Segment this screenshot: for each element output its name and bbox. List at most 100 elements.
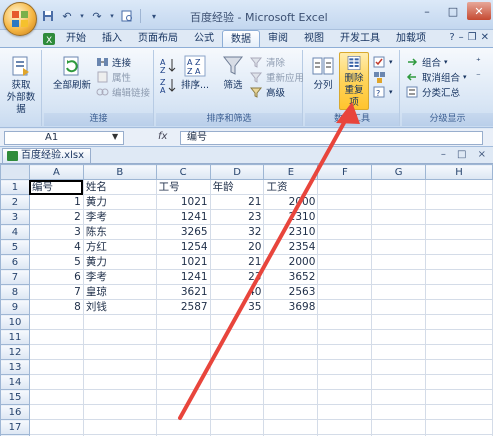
cell-a15[interactable] [28,389,84,405]
cell-a8[interactable]: 7 [28,284,84,300]
cell-f12[interactable] [317,344,373,360]
sort-ascending-button[interactable]: AZ [160,58,176,73]
cell-f10[interactable] [317,314,373,330]
data-validation-button[interactable]: ▾ [373,55,393,69]
cell-a9[interactable]: 8 [28,299,84,315]
cell-g13[interactable] [371,359,427,375]
cell-h10[interactable] [425,314,493,330]
workbook-tab[interactable]: 百度经验.xlsx [2,148,92,163]
subtotal-button[interactable]: 分类汇总 [406,85,460,99]
row-header[interactable]: 9 [0,299,30,315]
print-preview-icon[interactable] [119,8,135,24]
cell-d9[interactable]: 35 [209,299,265,315]
row-header[interactable]: 3 [0,209,30,225]
cell-e13[interactable] [263,359,319,375]
save-icon[interactable] [40,8,56,24]
ungroup-button[interactable]: 取消组合 ▾ [406,70,467,84]
column-header-g[interactable]: G [371,164,427,180]
cell-e3[interactable]: 2310 [263,209,319,225]
column-header-a[interactable]: A [28,164,84,180]
cell-b5[interactable]: 方红 [82,239,157,255]
cell-e7[interactable]: 3652 [263,269,319,285]
redo-icon[interactable]: ↷ [89,8,105,24]
cell-e9[interactable]: 3698 [263,299,319,315]
cell-a12[interactable] [28,344,84,360]
cell-d12[interactable] [209,344,265,360]
cell-c13[interactable] [155,359,211,375]
cell-c4[interactable]: 3265 [155,224,211,240]
column-header-b[interactable]: B [82,164,157,180]
cell-e4[interactable]: 2310 [263,224,319,240]
cell-a3[interactable]: 2 [28,209,84,225]
cell-c12[interactable] [155,344,211,360]
restore-icon[interactable]: ❐ [468,32,477,43]
cell-a16[interactable] [28,404,84,420]
cell-d16[interactable] [209,404,265,420]
cell-c11[interactable] [155,329,211,345]
cell-a17[interactable] [28,419,84,435]
cell-g3[interactable] [371,209,427,225]
row-header[interactable]: 4 [0,224,30,240]
cell-h11[interactable] [425,329,493,345]
cell-b11[interactable] [82,329,157,345]
cell-d3[interactable]: 23 [209,209,265,225]
cell-e6[interactable]: 2000 [263,254,319,270]
clear-filter-button[interactable]: 清除 [250,55,285,69]
cell-g17[interactable] [371,419,427,435]
cell-b10[interactable] [82,314,157,330]
cell-f4[interactable] [317,224,373,240]
cell-h9[interactable] [425,299,493,315]
get-external-data-button[interactable]: 获取 外部数据 [4,54,38,116]
cell-g14[interactable] [371,374,427,390]
cell-b7[interactable]: 李考 [82,269,157,285]
reapply-button[interactable]: 重新应用 [250,70,304,84]
cell-e8[interactable]: 2563 [263,284,319,300]
row-header[interactable]: 5 [0,239,30,255]
cell-f8[interactable] [317,284,373,300]
cell-g2[interactable] [371,194,427,210]
close-icon[interactable]: ✕ [467,2,491,20]
cell-d14[interactable] [209,374,265,390]
help-icon[interactable]: ? [449,32,454,43]
row-header[interactable]: 16 [0,404,30,420]
cell-a5[interactable]: 4 [28,239,84,255]
cell-b14[interactable] [82,374,157,390]
cell-b16[interactable] [82,404,157,420]
cell-b15[interactable] [82,389,157,405]
row-header[interactable]: 14 [0,374,30,390]
tab-review[interactable]: 审阅 [260,30,296,48]
cell-c5[interactable]: 1254 [155,239,211,255]
name-box[interactable]: A1 [4,131,124,145]
cell-h16[interactable] [425,404,493,420]
cell-f13[interactable] [317,359,373,375]
cell-c7[interactable]: 1241 [155,269,211,285]
cell-a11[interactable] [28,329,84,345]
cell-b13[interactable] [82,359,157,375]
cell-f16[interactable] [317,404,373,420]
cell-d13[interactable] [209,359,265,375]
cell-h15[interactable] [425,389,493,405]
cell-d1[interactable]: 年龄 [209,179,265,195]
cell-d2[interactable]: 21 [209,194,265,210]
cell-e15[interactable] [263,389,319,405]
cell-b6[interactable]: 黄力 [82,254,157,270]
formula-input[interactable]: 编号 [180,131,483,145]
cell-d7[interactable]: 23 [209,269,265,285]
cell-h1[interactable] [425,179,493,195]
row-header[interactable]: 11 [0,329,30,345]
tab-home[interactable]: 开始 [58,30,94,48]
maximize-icon[interactable]: □ [441,2,465,20]
cell-c14[interactable] [155,374,211,390]
cell-h17[interactable] [425,419,493,435]
cell-h13[interactable] [425,359,493,375]
group-rows-button[interactable]: 组合 ▾ [406,55,448,69]
row-header[interactable]: 15 [0,389,30,405]
cell-b4[interactable]: 陈东 [82,224,157,240]
cell-e11[interactable] [263,329,319,345]
row-header[interactable]: 7 [0,269,30,285]
cell-d5[interactable]: 20 [209,239,265,255]
office-button[interactable] [3,2,37,36]
cell-f14[interactable] [317,374,373,390]
row-header[interactable]: 17 [0,419,30,435]
insert-function-button[interactable]: fx [158,131,167,142]
